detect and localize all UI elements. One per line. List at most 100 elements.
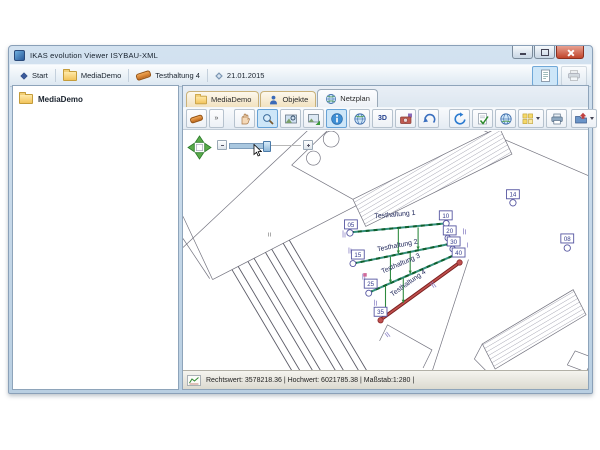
- start-icon: [20, 72, 28, 80]
- maximize-button[interactable]: [534, 46, 555, 59]
- globe-view-button[interactable]: [349, 109, 370, 128]
- coordinates-readout: Rechtswert: 3578218.36 | Hochwert: 60217…: [206, 377, 414, 384]
- pipe-icon: [189, 114, 203, 124]
- map-toolbar: »: [183, 107, 588, 130]
- breadcrumb-item-start[interactable]: Start: [14, 69, 54, 82]
- svg-text:30: 30: [450, 239, 457, 246]
- export-button[interactable]: [571, 109, 597, 128]
- haltung-tool-button[interactable]: [186, 109, 207, 128]
- window-title: IKAS evolution Viewer ISYBAU-XML: [30, 51, 158, 60]
- netzplan-map[interactable]: II: [183, 131, 588, 370]
- pipe-label: Testhaltung 4: [390, 269, 428, 299]
- minimize-button[interactable]: [512, 46, 533, 59]
- svg-text:20: 20: [446, 228, 453, 235]
- zoom-extents-icon: [307, 112, 321, 126]
- more-label: »: [215, 115, 219, 122]
- selected-node-dot[interactable]: [457, 260, 462, 265]
- toolbar-right-group: [532, 66, 587, 86]
- refresh-button[interactable]: [449, 109, 470, 128]
- globe-icon: [325, 93, 337, 105]
- breadcrumb-label: MediaDemo: [81, 71, 121, 80]
- report-icon: [539, 69, 552, 83]
- more-tools-button[interactable]: »: [209, 109, 224, 128]
- svg-text:05: 05: [348, 222, 355, 229]
- window-controls: [512, 46, 584, 59]
- main-content: MediaDemo MediaDemo Obje: [12, 85, 589, 390]
- layers-grid-icon: [522, 113, 534, 125]
- pan-navigation-control[interactable]: [187, 135, 212, 160]
- breadcrumb-item-mediademo[interactable]: MediaDemo: [57, 69, 127, 83]
- svg-text:10: 10: [442, 213, 449, 220]
- node-marker: 40: [452, 248, 465, 257]
- project-tree-panel: MediaDemo: [12, 85, 179, 390]
- globe-icon: [353, 112, 367, 126]
- select-objects-button[interactable]: [472, 109, 493, 128]
- netzplan-map-area[interactable]: II: [183, 130, 588, 370]
- app-window: IKAS evolution Viewer ISYBAU-XML Start M…: [8, 45, 593, 394]
- node-marker: 05: [345, 220, 358, 229]
- objects-icon: [268, 94, 279, 106]
- zoom-slider-handle[interactable]: [263, 141, 271, 152]
- pan-center[interactable]: [196, 144, 202, 150]
- zoom-window-button[interactable]: [280, 109, 301, 128]
- info-tool-button[interactable]: [326, 109, 347, 128]
- pan-down-arrow[interactable]: [195, 153, 203, 159]
- tab-label: Objekte: [282, 95, 308, 104]
- zoom-slider-track[interactable]: [229, 141, 301, 150]
- svg-text:15: 15: [354, 252, 361, 259]
- printer-icon: [567, 69, 581, 82]
- breadcrumb-label: 21.01.2015: [227, 71, 265, 80]
- select-check-icon: [476, 112, 490, 126]
- close-button[interactable]: [556, 46, 584, 59]
- svg-text:35: 35: [377, 309, 384, 316]
- hatched-building: [353, 131, 512, 226]
- undo-button[interactable]: [418, 109, 439, 128]
- breadcrumb-item-inspection-date[interactable]: 21.01.2015: [209, 69, 271, 82]
- undo-arrow-icon: [422, 112, 436, 126]
- close-icon: [567, 49, 574, 56]
- zoom-slider[interactable]: [217, 140, 313, 150]
- snapshot-tool-button[interactable]: [395, 109, 416, 128]
- tab-netzplan[interactable]: Netzplan: [317, 89, 378, 107]
- zoom-tool-button[interactable]: [257, 109, 278, 128]
- dropdown-caret-icon: [536, 117, 540, 120]
- tab-mediademo[interactable]: MediaDemo: [186, 91, 259, 107]
- plot-button[interactable]: [546, 109, 567, 128]
- zoom-slider-line: [266, 145, 301, 146]
- map-status-bar: Rechtswert: 3578218.36 | Hochwert: 60217…: [183, 370, 588, 389]
- zoom-extents-button[interactable]: [303, 109, 324, 128]
- view-3d-button[interactable]: 3D: [372, 109, 393, 128]
- svg-text:08: 08: [564, 236, 571, 243]
- node-marker: 08: [561, 234, 574, 243]
- title-bar[interactable]: IKAS evolution Viewer ISYBAU-XML: [9, 46, 592, 64]
- tab-label: MediaDemo: [211, 95, 251, 104]
- folder-icon: [19, 94, 33, 104]
- app-icon: [14, 50, 25, 61]
- print-button[interactable]: [561, 66, 587, 86]
- tree-item-mediademo[interactable]: MediaDemo: [13, 86, 178, 112]
- layers-button[interactable]: [518, 109, 544, 128]
- pan-right-arrow[interactable]: [205, 143, 211, 151]
- report-button[interactable]: [532, 66, 558, 86]
- tab-objekte[interactable]: Objekte: [260, 91, 316, 107]
- node-marker: 10: [439, 211, 452, 220]
- zoom-in-button[interactable]: [303, 140, 313, 150]
- zoom-out-button[interactable]: [217, 140, 227, 150]
- plot-printer-icon: [550, 112, 564, 126]
- zoom-window-icon: [284, 112, 298, 126]
- magnifier-icon: [261, 112, 275, 126]
- inspection-icon: [215, 72, 223, 80]
- node-marker: 35: [374, 307, 387, 316]
- world-button[interactable]: [495, 109, 516, 128]
- pan-tool-button[interactable]: [234, 109, 255, 128]
- breadcrumb-item-testhaltung[interactable]: Testhaltung 4: [130, 69, 206, 82]
- pan-up-arrow[interactable]: [195, 136, 203, 142]
- selection-marker: [363, 273, 366, 277]
- breadcrumb-label: Start: [32, 71, 48, 80]
- pan-left-arrow[interactable]: [188, 143, 194, 151]
- node-marker: 20: [443, 226, 456, 235]
- minimize-icon: [520, 53, 526, 55]
- selected-node-dot[interactable]: [378, 318, 383, 323]
- dropdown-caret-icon: [590, 117, 594, 120]
- coordinates-icon: [187, 375, 201, 386]
